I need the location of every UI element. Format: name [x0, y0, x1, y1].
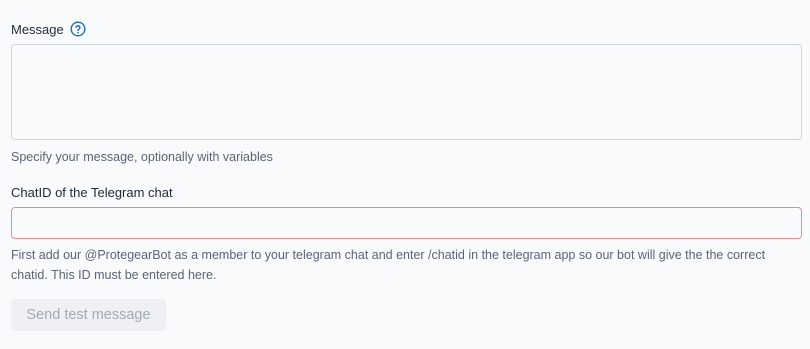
message-label-row: Message: [11, 21, 86, 37]
chatid-input[interactable]: [11, 207, 802, 239]
send-test-message-button[interactable]: Send test message: [11, 299, 166, 331]
chatid-label-row: ChatID of the Telegram chat: [11, 185, 173, 200]
chatid-label: ChatID of the Telegram chat: [11, 185, 173, 200]
message-label: Message: [11, 21, 64, 37]
message-hint: Specify your message, optionally with va…: [11, 150, 273, 164]
message-textarea[interactable]: [11, 44, 802, 140]
help-icon[interactable]: [70, 21, 86, 37]
chatid-hint: First add our @ProtegearBot as a member …: [11, 248, 766, 282]
telegram-notification-form: Message Specify your message, optionally…: [0, 0, 810, 349]
